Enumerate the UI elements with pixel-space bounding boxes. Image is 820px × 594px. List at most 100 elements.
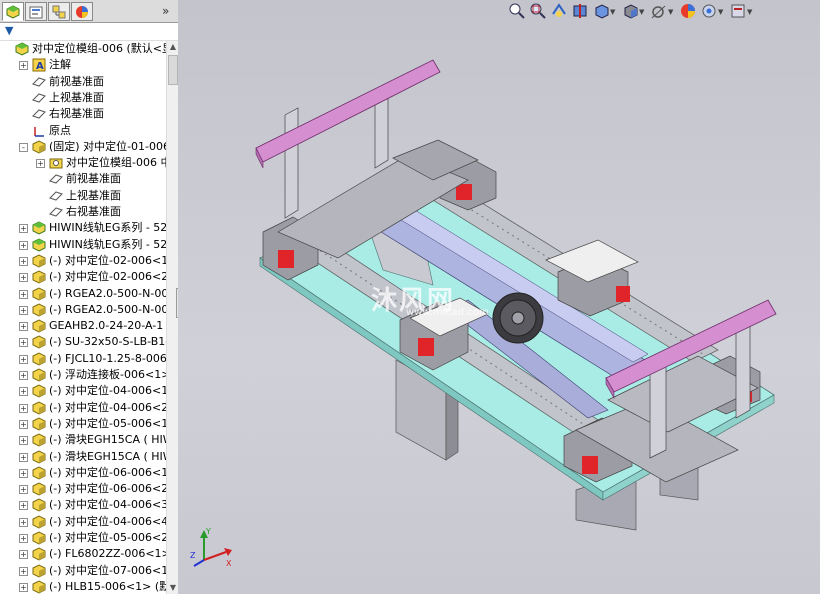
origin-icon — [34, 126, 44, 137]
tree-row-label: (-) HLB15-006<1> (默认< — [49, 579, 166, 593]
expand-icon[interactable]: + — [19, 387, 28, 397]
tree-row-label: (-) 对中定位-02-006<1> — [49, 253, 166, 267]
mate-folder-icon — [49, 158, 63, 169]
plane-icon — [32, 93, 46, 103]
expand-icon[interactable]: + — [19, 501, 28, 511]
expand-icon[interactable]: + — [19, 224, 28, 234]
tree-row-label: 上视基准面 — [49, 90, 104, 104]
annotation-icon: A — [32, 58, 46, 72]
watermark-url: www.mfcad.com — [406, 307, 489, 318]
part-icon — [32, 580, 46, 594]
configuration-icon — [52, 5, 66, 19]
expand-icon[interactable]: + — [19, 240, 28, 250]
assembly-icon — [15, 42, 29, 56]
tree-filter-row[interactable]: ▼ — [0, 23, 178, 41]
tree-row-label: 右视基准面 — [49, 107, 104, 121]
part-icon — [32, 384, 46, 398]
part-icon — [32, 547, 46, 561]
expand-icon[interactable]: + — [19, 322, 28, 332]
expand-icon[interactable]: + — [19, 61, 28, 71]
tree-row-label: HIWIN线轨EG系列 - 520- — [49, 221, 166, 235]
expand-icon[interactable]: + — [19, 305, 28, 315]
expand-icon[interactable]: + — [19, 403, 28, 413]
tree-row-label: (-) 对中定位-04-006<2> — [49, 400, 166, 414]
tree-row-label: 注解 — [49, 58, 71, 72]
expand-icon[interactable]: + — [19, 582, 28, 592]
part-icon — [32, 449, 46, 464]
expand-icon[interactable]: + — [19, 419, 28, 429]
tree-row-label: (-) RGEA2.0-500-N-006< — [49, 302, 166, 316]
expand-icon[interactable]: + — [19, 485, 28, 495]
displaymanager-tab[interactable] — [71, 2, 93, 21]
part-icon — [32, 531, 46, 545]
triad-z-label: Z — [190, 551, 196, 560]
expand-icon[interactable]: + — [19, 256, 28, 266]
subassembly-icon — [32, 238, 46, 252]
part-icon — [32, 482, 46, 496]
expand-icon[interactable]: + — [36, 159, 45, 169]
expand-icon[interactable]: + — [19, 468, 28, 478]
configurationmanager-tab[interactable] — [48, 2, 70, 21]
part-icon — [32, 270, 46, 284]
expand-icon[interactable]: + — [19, 550, 28, 560]
tree-row-label: (-) FL6802ZZ-006<1> (默 — [49, 547, 166, 561]
tree-row-label: (-) 对中定位-04-006<3> — [49, 498, 166, 512]
expand-icon[interactable]: + — [19, 273, 28, 283]
part-icon — [32, 335, 46, 349]
expand-icon[interactable]: + — [19, 338, 28, 348]
tree-row-label: (-) 对中定位-05-006<2> — [49, 531, 166, 544]
appearance-icon — [76, 6, 88, 18]
tree-row-label: 前视基准面 — [66, 172, 121, 186]
expand-icon[interactable]: + — [19, 534, 28, 543]
plane-icon — [32, 77, 46, 87]
tree-row-label: 前视基准面 — [49, 74, 104, 88]
expand-icon[interactable]: + — [19, 452, 28, 462]
part-icon — [32, 368, 46, 382]
part-icon — [32, 140, 46, 154]
expand-icon[interactable]: + — [19, 517, 28, 527]
collapse-panel-chevron-icon[interactable]: » — [162, 4, 169, 18]
expand-icon[interactable]: + — [19, 436, 28, 446]
featuremanager-panel: » ▼ 对中定位模组-006 (默认<显示+A注解前视基准面上视基准面右视基准面… — [0, 0, 179, 594]
part-icon — [32, 319, 46, 333]
tree-row-label: (-) 对中定位-05-006<1> — [49, 416, 166, 430]
part-icon — [32, 352, 46, 366]
part-icon — [32, 515, 46, 529]
expand-icon[interactable]: + — [19, 289, 28, 299]
plane-icon — [49, 191, 63, 201]
coordinate-triad: Y X Z — [190, 526, 234, 573]
tree-row-label: (固定) 对中定位-01-006< — [49, 139, 166, 153]
tree-row-label: (-) FJCL10-1.25-8-006<1 — [49, 351, 166, 365]
expand-icon[interactable]: + — [19, 566, 28, 576]
tree-row-label: (-) 对中定位-02-006<2> — [49, 270, 166, 284]
collapse-icon[interactable]: - — [19, 142, 28, 152]
part-icon — [32, 564, 46, 578]
plane-icon — [49, 207, 63, 217]
tree-row-label: (-) RGEA2.0-500-N-006< — [49, 286, 166, 300]
triad-y-label: Y — [205, 527, 211, 536]
tree-row-label: (-) 对中定位-06-006<2> — [49, 482, 166, 496]
propertymanager-tab[interactable] — [25, 2, 47, 21]
part-icon — [32, 303, 46, 317]
pinion-gear — [492, 292, 544, 344]
tree-row-label: (-) SU-32x50-S-LB-B1-2( — [49, 335, 166, 349]
tree-row-label: (-) 对中定位-04-006<1> — [49, 384, 166, 398]
tree-row-label: (-) 对中定位-04-006<4> — [49, 514, 166, 528]
assembly-tree-icon — [6, 5, 20, 19]
part-icon — [32, 254, 46, 268]
svg-text:A: A — [36, 61, 44, 72]
expand-icon[interactable]: + — [19, 354, 28, 364]
scroll-thumb[interactable] — [168, 55, 178, 85]
graphics-viewport[interactable]: ▼ ▼ ▼ ▼ ▼ 沐风网 www.mfcad.com Y X Z — [178, 0, 820, 594]
panel-tab-bar: » — [0, 0, 178, 23]
part-icon — [32, 433, 46, 447]
tree-row-label: 对中定位模组-006 (默认<显示 — [32, 42, 166, 55]
part-icon — [32, 498, 46, 512]
tree-row-label: (-) 浮动连接板-006<1> ( — [49, 368, 166, 381]
tree-row-label: 上视基准面 — [66, 188, 121, 202]
expand-icon[interactable]: + — [19, 371, 28, 380]
tree-row-label: 对中定位模组-006 中的 — [66, 156, 166, 170]
featuremanager-tab[interactable] — [2, 2, 24, 21]
cad-model-render[interactable] — [178, 0, 820, 594]
filter-icon[interactable]: ▼ — [5, 24, 13, 37]
